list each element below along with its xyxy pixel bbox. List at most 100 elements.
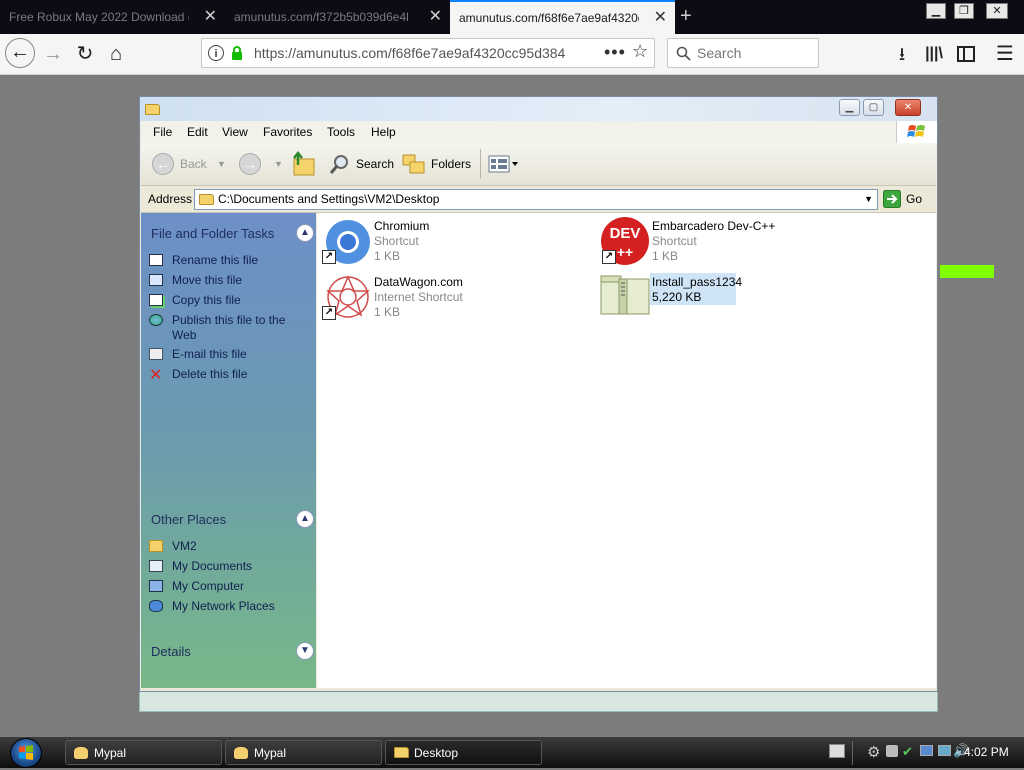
menu-tools[interactable]: Tools bbox=[327, 121, 355, 143]
place-vm2[interactable]: VM2 bbox=[149, 539, 314, 554]
network-icon[interactable] bbox=[938, 745, 951, 756]
collapse-up-icon[interactable]: ▲ bbox=[296, 510, 314, 528]
reload-icon[interactable]: ↻ bbox=[70, 39, 100, 69]
menu-favorites[interactable]: Favorites bbox=[263, 121, 312, 143]
expand-down-icon[interactable]: ▼ bbox=[296, 642, 314, 660]
collapse-up-icon[interactable]: ▲ bbox=[296, 224, 314, 242]
task-delete[interactable]: ✕ Delete this file bbox=[149, 367, 314, 384]
tab-amunutus-1[interactable]: amunutus.com/f372b5b039d6e4l ✕ bbox=[225, 2, 450, 34]
file-tasks-title[interactable]: File and Folder Tasks bbox=[151, 226, 274, 241]
task-email[interactable]: E-mail this file bbox=[149, 347, 314, 362]
file-list: ↗ Chromium Shortcut 1 KB DEV ++ ↗ Embarca… bbox=[317, 213, 936, 688]
address-input[interactable]: C:\Documents and Settings\VM2\Desktop ▼ bbox=[194, 189, 878, 210]
file-type: Shortcut bbox=[374, 234, 419, 248]
new-tab-plus-icon[interactable]: + bbox=[680, 4, 692, 28]
place-my-network[interactable]: My Network Places bbox=[149, 599, 314, 614]
maximize-icon[interactable]: ▢ bbox=[863, 99, 884, 116]
explorer-title-bar[interactable]: ▁ ▢ ✕ bbox=[140, 97, 937, 121]
menu-hamburger-icon[interactable]: ☰ bbox=[990, 39, 1020, 69]
menu-edit[interactable]: Edit bbox=[187, 121, 208, 143]
url-text[interactable]: https://amunutus.com/f68f6e7ae9af4320cc9… bbox=[254, 39, 574, 67]
address-path: C:\Documents and Settings\VM2\Desktop bbox=[218, 192, 440, 206]
address-bar: Address C:\Documents and Settings\VM2\De… bbox=[141, 186, 936, 213]
close-icon[interactable]: ✕ bbox=[895, 99, 921, 116]
sidebar-toggle-icon[interactable] bbox=[951, 39, 981, 69]
up-folder-icon[interactable] bbox=[290, 151, 316, 177]
file-name: DataWagon.com bbox=[374, 275, 463, 289]
search-input[interactable]: Search bbox=[667, 38, 819, 68]
tab-free-robux[interactable]: Free Robux May 2022 Download (I ✕ bbox=[0, 2, 225, 34]
rename-icon bbox=[149, 254, 163, 266]
email-icon bbox=[149, 348, 163, 360]
file-type: Internet Shortcut bbox=[374, 290, 463, 304]
forward-dropdown-icon[interactable]: ▼ bbox=[274, 143, 283, 185]
taskbar-item-mypal-1[interactable]: Mypal bbox=[65, 740, 222, 765]
monitor-icon[interactable] bbox=[920, 745, 933, 756]
settings-gear-icon[interactable]: ⚙ bbox=[867, 743, 880, 761]
close-window-icon[interactable]: ✕ bbox=[986, 3, 1008, 19]
place-my-documents[interactable]: My Documents bbox=[149, 559, 314, 574]
tab-title: amunutus.com/f372b5b039d6e4l bbox=[234, 10, 409, 24]
go-arrow-icon[interactable] bbox=[883, 190, 901, 208]
download-icon[interactable]: ⭳ bbox=[887, 39, 917, 69]
file-item-datawagon[interactable]: ↗ DataWagon.com Internet Shortcut 1 KB bbox=[321, 273, 591, 323]
task-copy[interactable]: Copy this file bbox=[149, 293, 314, 308]
computer-icon bbox=[149, 580, 163, 592]
keyboard-icon[interactable] bbox=[829, 744, 845, 758]
search-icon bbox=[676, 46, 691, 61]
explorer-window: ▁ ▢ ✕ File Edit View Favorites Tools Hel… bbox=[139, 96, 938, 692]
home-icon[interactable]: ⌂ bbox=[101, 39, 131, 69]
menu-view[interactable]: View bbox=[222, 121, 248, 143]
back-arrow-icon[interactable]: ← bbox=[5, 38, 35, 68]
task-rename[interactable]: Rename this file bbox=[149, 253, 314, 268]
place-my-computer[interactable]: My Computer bbox=[149, 579, 314, 594]
library-icon[interactable]: |||\ bbox=[919, 39, 949, 69]
close-tab-icon[interactable]: ✕ bbox=[654, 2, 667, 34]
info-icon[interactable]: i bbox=[208, 45, 224, 61]
file-name: Embarcadero Dev-C++ bbox=[652, 219, 776, 233]
file-size: 1 KB bbox=[374, 249, 401, 263]
page-actions-icon[interactable]: ••• bbox=[604, 39, 626, 65]
forward-arrow-icon[interactable]: → bbox=[239, 153, 261, 175]
taskbar-item-mypal-2[interactable]: Mypal bbox=[225, 740, 382, 765]
address-dropdown-icon[interactable]: ▼ bbox=[864, 190, 873, 209]
taskbar-item-desktop[interactable]: Desktop bbox=[385, 740, 542, 765]
minimize-icon[interactable]: ▁ bbox=[926, 3, 946, 19]
menu-help[interactable]: Help bbox=[371, 121, 396, 143]
file-item-install-pass[interactable]: Install_pass1234 5,220 KB bbox=[599, 273, 869, 323]
task-move[interactable]: Move this file bbox=[149, 273, 314, 288]
file-item-chromium[interactable]: ↗ Chromium Shortcut 1 KB bbox=[321, 217, 591, 267]
folder-icon bbox=[394, 747, 409, 758]
bookmark-star-icon[interactable]: ☆ bbox=[632, 41, 648, 62]
move-icon bbox=[149, 274, 163, 286]
shield-check-icon[interactable]: ✔ bbox=[902, 744, 913, 760]
back-button-label[interactable]: Back bbox=[180, 143, 207, 185]
menu-file[interactable]: File bbox=[153, 121, 172, 143]
tab-amunutus-active[interactable]: amunutus.com/f68f6e7ae9af4320c ✕ bbox=[450, 0, 675, 34]
back-arrow-icon[interactable]: ← bbox=[152, 153, 174, 175]
file-name: Install_pass1234 bbox=[652, 275, 743, 289]
start-orb-icon[interactable] bbox=[10, 738, 42, 768]
clock[interactable]: 4:02 PM bbox=[964, 737, 1009, 768]
go-button[interactable]: Go bbox=[906, 186, 922, 212]
search-button[interactable]: Search bbox=[356, 143, 394, 185]
shortcut-arrow-icon: ↗ bbox=[322, 250, 336, 264]
close-tab-icon[interactable]: ✕ bbox=[429, 2, 442, 32]
forward-arrow-icon[interactable]: → bbox=[38, 39, 68, 69]
other-places-title[interactable]: Other Places bbox=[151, 512, 226, 527]
minimize-icon[interactable]: ▁ bbox=[839, 99, 860, 116]
views-icon[interactable] bbox=[488, 155, 520, 173]
details-title[interactable]: Details bbox=[151, 644, 191, 659]
url-bar[interactable]: i https://amunutus.com/f68f6e7ae9af4320c… bbox=[201, 38, 655, 68]
globe-icon bbox=[149, 314, 163, 326]
back-dropdown-icon[interactable]: ▼ bbox=[217, 143, 226, 185]
restore-icon[interactable]: ❐ bbox=[954, 3, 974, 19]
task-publish-web[interactable]: Publish this file to the Web bbox=[149, 313, 314, 343]
mypal-icon bbox=[74, 747, 88, 759]
mypal-icon bbox=[234, 747, 248, 759]
file-item-devcpp[interactable]: DEV ++ ↗ Embarcadero Dev-C++ Shortcut 1 K… bbox=[599, 217, 869, 267]
camera-icon[interactable] bbox=[886, 745, 898, 757]
shortcut-arrow-icon: ↗ bbox=[602, 250, 616, 264]
close-tab-icon[interactable]: ✕ bbox=[204, 2, 217, 32]
folders-button[interactable]: Folders bbox=[431, 143, 471, 185]
